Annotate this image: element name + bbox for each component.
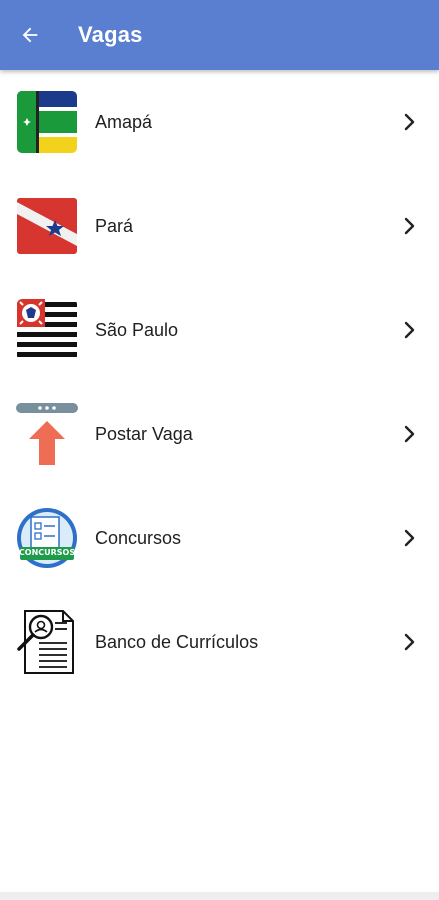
arrow-left-icon — [22, 27, 38, 43]
list-item-para[interactable]: Pará — [0, 174, 439, 278]
list-item-sao-paulo[interactable]: São Paulo — [0, 278, 439, 382]
list-item-label: São Paulo — [95, 319, 179, 340]
list-item-label: Postar Vaga — [95, 423, 193, 444]
para-flag-icon — [16, 194, 78, 258]
list-item-banco-de-curriculos[interactable]: Banco de Currículos — [0, 590, 439, 694]
list-item-postar-vaga[interactable]: Postar Vaga — [0, 382, 439, 486]
list-item-label: Concursos — [95, 527, 182, 548]
concursos-badge-icon: CONCURSOS — [16, 506, 78, 570]
list-item-label: Banco de Currículos — [95, 631, 259, 652]
chevron-right-icon — [404, 321, 415, 339]
bottom-divider — [0, 892, 439, 900]
chevron-right-icon — [404, 529, 415, 547]
list-item-label: Pará — [95, 215, 134, 236]
list-item-label: Amapá — [95, 111, 153, 132]
list-item-amapa[interactable]: Amapá — [0, 70, 439, 174]
concursos-badge-text: CONCURSOS — [18, 548, 76, 557]
chevron-right-icon — [404, 217, 415, 235]
list-item-concursos[interactable]: CONCURSOS Concursos — [0, 486, 439, 590]
menu-list: Amapá Pará São Paulo Postar Vaga CONCURS… — [0, 70, 439, 694]
resume-search-icon — [16, 610, 78, 674]
upload-arrow-icon — [16, 402, 78, 466]
chevron-right-icon — [404, 113, 415, 131]
chevron-right-icon — [404, 633, 415, 651]
chevron-right-icon — [404, 425, 415, 443]
app-bar: Vagas — [0, 0, 439, 70]
sao-paulo-flag-icon — [16, 298, 78, 362]
back-button[interactable] — [0, 0, 60, 70]
page-title: Vagas — [78, 22, 143, 47]
amapa-flag-icon — [16, 90, 78, 154]
